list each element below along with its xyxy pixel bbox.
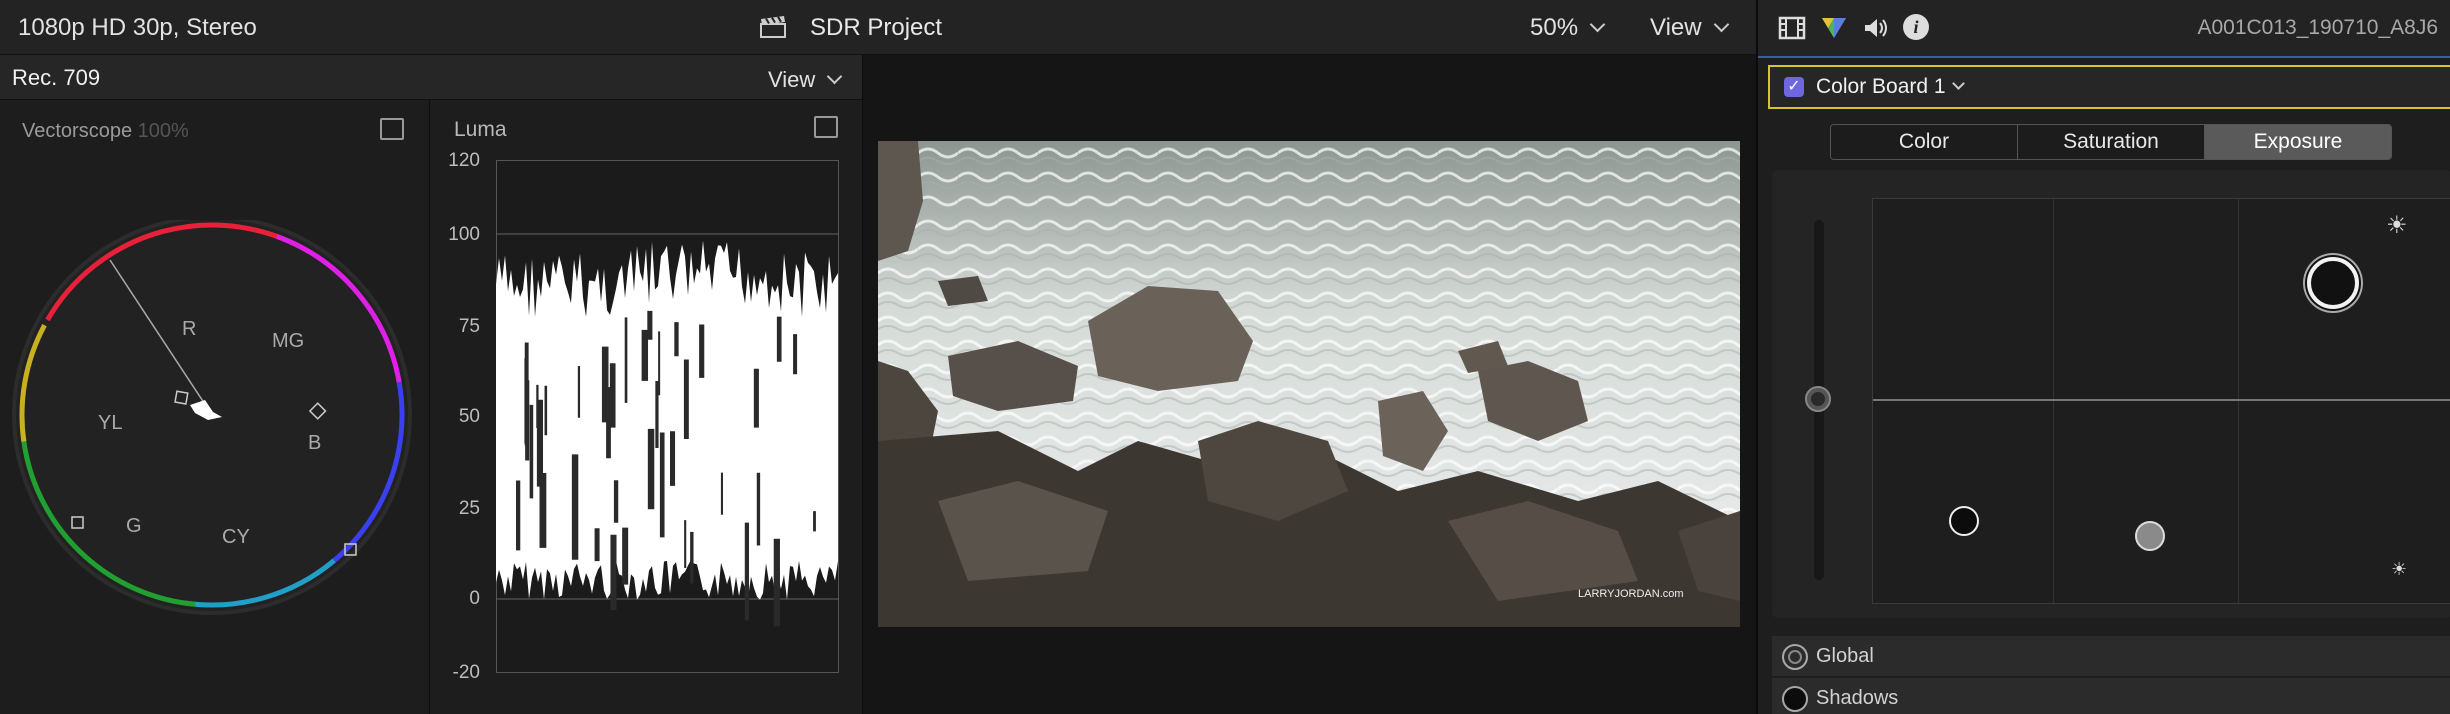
- inspector-toolbar: i A001C013_190710_A8J6: [1758, 0, 2450, 58]
- target-r: R: [182, 318, 197, 340]
- global-icon: [1782, 644, 1808, 670]
- exposure-board: ☀ ☀: [1772, 170, 2450, 618]
- view-menu[interactable]: View: [1650, 14, 1729, 42]
- shadows-label: Shadows: [1816, 687, 1899, 709]
- shadows-row[interactable]: Shadows: [1772, 678, 2450, 714]
- scope-settings-icon[interactable]: [380, 118, 404, 140]
- effect-name: Color Board 1: [1816, 75, 1946, 98]
- midtones-puck[interactable]: [2135, 521, 2165, 551]
- audio-icon[interactable]: [1862, 16, 1890, 40]
- color-standard-label: Rec. 709: [12, 65, 101, 90]
- sun-large-icon: ☀: [2386, 212, 2408, 239]
- info-icon[interactable]: i: [1903, 14, 1929, 40]
- zoom-menu[interactable]: 50%: [1530, 14, 1606, 42]
- chevron-down-icon: [1951, 77, 1965, 90]
- video-frame[interactable]: LARRYJORDAN.com: [878, 141, 1740, 627]
- chevron-down-icon: [1713, 16, 1729, 33]
- global-label: Global: [1816, 645, 1874, 667]
- tick-label: -20: [452, 662, 480, 683]
- luma-title: Luma: [454, 118, 507, 141]
- scopes-view-label: View: [768, 67, 816, 92]
- clip-name: A001C013_190710_A8J6: [2197, 16, 2438, 39]
- vectorscope-percent: 100%: [137, 120, 189, 142]
- tick-label: 0: [469, 588, 480, 609]
- chevron-down-icon: [1589, 16, 1606, 33]
- target-mg: MG: [272, 330, 305, 352]
- view-label: View: [1650, 14, 1702, 41]
- vectorscope-title: Vectorscope 100%: [22, 120, 189, 143]
- target-yl: YL: [98, 412, 123, 434]
- target-g: G: [126, 515, 142, 537]
- effect-menu[interactable]: Color Board 1: [1816, 75, 1965, 99]
- highlights-puck[interactable]: [2307, 257, 2359, 309]
- tab-exposure[interactable]: Exposure: [2205, 125, 2391, 159]
- project-title: SDR Project: [810, 14, 943, 41]
- target-b: B: [308, 432, 322, 454]
- watermark: LARRYJORDAN.com: [1578, 588, 1684, 600]
- clapper-icon: [760, 16, 786, 38]
- global-row[interactable]: Global: [1772, 636, 2450, 676]
- shadows-icon: [1782, 686, 1808, 712]
- luma-waveform-panel: Luma 120 100 75 50 25 0 -20: [429, 100, 862, 714]
- target-cy: CY: [222, 526, 250, 548]
- tick-label: 120: [448, 150, 480, 171]
- tick-label: 75: [458, 316, 480, 337]
- luma-waveform: [496, 160, 839, 673]
- vectorscope-graph: [12, 220, 412, 615]
- zoom-value: 50%: [1530, 14, 1579, 41]
- master-puck[interactable]: [1805, 386, 1831, 412]
- tab-saturation[interactable]: Saturation: [2018, 125, 2205, 159]
- shadows-puck[interactable]: [1949, 506, 1979, 536]
- inspector-panel: i A001C013_190710_A8J6 ✓ Color Board 1 C…: [1756, 0, 2450, 714]
- format-label: 1080p HD 30p, Stereo: [18, 14, 257, 41]
- tick-label: 50: [458, 406, 480, 427]
- scope-settings-icon[interactable]: [814, 116, 838, 138]
- chevron-down-icon: [827, 68, 843, 85]
- tab-color[interactable]: Color: [1831, 125, 2018, 159]
- tick-label: 100: [448, 224, 480, 245]
- sun-small-icon: ☀: [2391, 559, 2408, 579]
- color-inspector-icon[interactable]: [1820, 14, 1848, 40]
- vectorscope-title-text: Vectorscope: [22, 120, 133, 142]
- tick-label: 25: [458, 498, 480, 519]
- color-board-tabs: Color Saturation Exposure: [1830, 124, 2392, 160]
- viewer-toolbar: 1080p HD 30p, Stereo SDR Project 50% Vie…: [0, 0, 1756, 55]
- scopes-header: Rec. 709 View: [0, 55, 862, 100]
- effect-enable-checkbox[interactable]: ✓: [1784, 77, 1804, 97]
- color-board-header[interactable]: ✓ Color Board 1: [1768, 65, 2450, 109]
- scopes-view-menu[interactable]: View: [768, 67, 843, 93]
- exposure-grid[interactable]: ☀ ☀: [1872, 198, 2450, 604]
- vectorscope-panel: Vectorscope 100% R MG YL B G CY: [0, 100, 428, 714]
- film-icon[interactable]: [1778, 16, 1806, 40]
